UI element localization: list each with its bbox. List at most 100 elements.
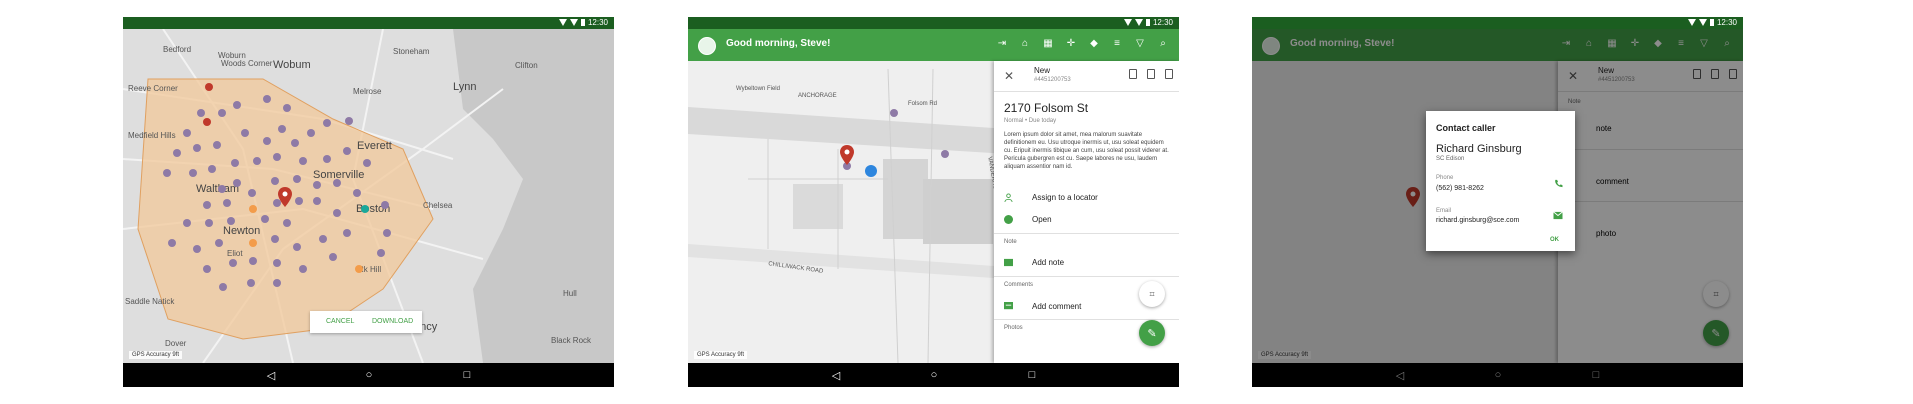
ticket-marker[interactable] <box>313 197 321 205</box>
ticket-marker[interactable] <box>273 279 281 287</box>
ticket-marker[interactable] <box>293 175 301 183</box>
ticket-marker[interactable] <box>227 217 235 225</box>
ticket-marker[interactable] <box>323 155 331 163</box>
ticket-marker[interactable] <box>233 101 241 109</box>
recents-icon[interactable]: □ <box>1020 363 1044 387</box>
ticket-marker[interactable] <box>343 147 351 155</box>
locate-icon[interactable]: ✛ <box>1065 38 1077 50</box>
close-icon[interactable]: ✕ <box>1004 69 1014 83</box>
cancel-button[interactable]: CANCEL <box>326 318 354 325</box>
ticket-marker[interactable] <box>278 125 286 133</box>
map-pin-icon[interactable] <box>278 187 292 207</box>
ticket-marker[interactable] <box>890 109 898 117</box>
ticket-marker[interactable] <box>333 179 341 187</box>
ticket-marker[interactable] <box>381 201 389 209</box>
ticket-marker[interactable] <box>307 129 315 137</box>
ticket-marker[interactable] <box>203 118 211 126</box>
ticket-marker[interactable] <box>203 201 211 209</box>
ticket-marker[interactable] <box>229 259 237 267</box>
ticket-marker[interactable] <box>247 279 255 287</box>
ticket-marker[interactable] <box>168 239 176 247</box>
ticket-marker[interactable] <box>205 219 213 227</box>
ticket-marker[interactable] <box>299 265 307 273</box>
edit-fab[interactable]: ✎ <box>1139 320 1165 346</box>
avatar[interactable] <box>698 37 716 55</box>
home-icon[interactable]: ⌂ <box>1019 38 1031 50</box>
ticket-marker[interactable] <box>213 141 221 149</box>
ticket-marker[interactable] <box>353 189 361 197</box>
ticket-marker[interactable] <box>363 159 371 167</box>
ticket-marker[interactable] <box>183 129 191 137</box>
map-view[interactable]: Bedford Woburn Woods Corner Wobum Stoneh… <box>123 29 614 363</box>
ticket-marker[interactable] <box>263 95 271 103</box>
ticket-marker[interactable] <box>249 257 257 265</box>
ticket-marker[interactable] <box>249 239 257 247</box>
ticket-marker[interactable] <box>241 129 249 137</box>
home-icon[interactable]: ○ <box>1486 363 1510 387</box>
ticket-marker[interactable] <box>233 179 241 187</box>
recents-icon[interactable]: □ <box>455 363 479 387</box>
ticket-marker[interactable] <box>208 165 216 173</box>
map-pin-icon[interactable] <box>840 145 854 165</box>
ticket-marker[interactable] <box>377 249 385 257</box>
ticket-marker[interactable] <box>189 169 197 177</box>
ticket-marker[interactable] <box>343 229 351 237</box>
ok-button[interactable]: OK <box>1550 237 1559 243</box>
filter-icon[interactable]: ▽ <box>1134 38 1146 50</box>
print-icon[interactable] <box>1147 69 1155 79</box>
ticket-marker[interactable] <box>295 197 303 205</box>
ticket-marker[interactable] <box>283 219 291 227</box>
ticket-marker[interactable] <box>183 219 191 227</box>
ticket-marker[interactable] <box>273 153 281 161</box>
ticket-marker[interactable] <box>223 199 231 207</box>
ticket-marker[interactable] <box>299 157 307 165</box>
back-icon[interactable]: ◁ <box>824 363 848 387</box>
email-icon[interactable] <box>1553 211 1563 220</box>
logout-icon[interactable]: ⇥ <box>996 38 1008 50</box>
ticket-marker[interactable] <box>333 209 341 217</box>
ticket-marker[interactable] <box>313 181 321 189</box>
ticket-marker[interactable] <box>193 245 201 253</box>
home-icon[interactable]: ○ <box>357 363 381 387</box>
ticket-marker[interactable] <box>173 149 181 157</box>
ticket-marker[interactable] <box>263 137 271 145</box>
list-icon[interactable]: ≡ <box>1111 38 1123 50</box>
call-icon[interactable] <box>1553 179 1563 188</box>
search-icon[interactable]: ⌕ <box>1157 38 1169 50</box>
layers-icon[interactable]: ◆ <box>1088 38 1100 50</box>
add-note-row[interactable]: Add note <box>994 252 1179 274</box>
ticket-marker[interactable] <box>271 235 279 243</box>
download-button[interactable]: DOWNLOAD <box>372 318 413 325</box>
email-value[interactable]: richard.ginsburg@sce.com <box>1436 217 1519 224</box>
ticket-marker[interactable] <box>253 157 261 165</box>
status-row[interactable]: Open <box>994 209 1179 231</box>
ticket-marker[interactable] <box>941 150 949 158</box>
ticket-marker[interactable] <box>361 205 369 213</box>
ticket-marker[interactable] <box>215 239 223 247</box>
ticket-marker[interactable] <box>329 253 337 261</box>
ticket-marker[interactable] <box>248 189 256 197</box>
ticket-marker[interactable] <box>218 185 226 193</box>
ticket-marker[interactable] <box>203 265 211 273</box>
ticket-marker[interactable] <box>283 104 291 112</box>
map-icon[interactable] <box>1129 69 1137 79</box>
assign-locator-row[interactable]: Assign to a locator <box>994 187 1179 209</box>
phone-value[interactable]: (562) 981-8262 <box>1436 185 1484 192</box>
back-icon[interactable]: ◁ <box>259 363 283 387</box>
ticket-marker[interactable] <box>163 169 171 177</box>
ticket-marker[interactable] <box>383 229 391 237</box>
ticket-marker[interactable] <box>197 109 205 117</box>
dashboard-icon[interactable]: ▦ <box>1042 38 1054 50</box>
clipboard-icon[interactable] <box>1165 69 1173 79</box>
ticket-marker[interactable] <box>218 109 226 117</box>
ticket-marker[interactable] <box>291 139 299 147</box>
ticket-marker[interactable] <box>271 177 279 185</box>
ticket-marker[interactable] <box>323 119 331 127</box>
ticket-marker[interactable] <box>261 215 269 223</box>
ticket-marker[interactable] <box>193 144 201 152</box>
locate-fab[interactable]: ⌗ <box>1139 281 1165 307</box>
ticket-marker[interactable] <box>345 117 353 125</box>
ticket-marker[interactable] <box>249 205 257 213</box>
ticket-marker[interactable] <box>205 83 213 91</box>
ticket-marker[interactable] <box>293 243 301 251</box>
